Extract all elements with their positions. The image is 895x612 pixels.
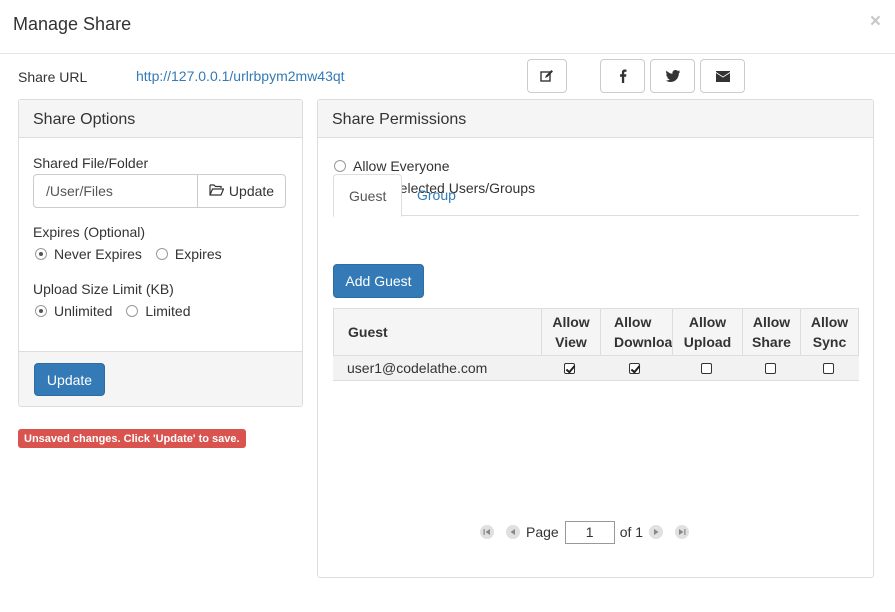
edit-url-button[interactable] <box>527 59 567 93</box>
expires-radio[interactable] <box>155 248 168 260</box>
col-header-download-line1: Allow <box>614 314 652 330</box>
table-header-row: Guest Allow View Allow Download Allow Up… <box>333 308 859 356</box>
tab-guest[interactable]: Guest <box>333 174 403 217</box>
page-label: Page <box>526 524 559 540</box>
allow-upload-cell <box>671 356 741 380</box>
add-guest-button[interactable]: Add Guest <box>333 264 424 298</box>
allow-view-checkbox[interactable] <box>564 362 575 374</box>
next-page-icon <box>654 529 659 535</box>
share-url-label: Share URL <box>18 69 88 85</box>
twitter-share-button[interactable] <box>650 59 695 93</box>
last-page-icon <box>679 529 686 535</box>
email-share-button[interactable] <box>700 59 745 93</box>
col-header-sync-line2: Sync <box>812 334 847 350</box>
share-options-panel: Share Options Shared File/Folder Update … <box>18 99 303 407</box>
share-options-heading: Share Options <box>19 100 302 138</box>
col-header-guest: Guest <box>334 309 541 355</box>
unlimited-radio[interactable] <box>35 305 47 317</box>
col-header-upload: Allow Upload <box>672 309 742 355</box>
col-header-view: Allow View <box>541 309 600 355</box>
col-header-upload-line2: Upload <box>683 334 732 350</box>
shared-path-input[interactable] <box>33 174 197 208</box>
permissions-table: Guest Allow View Allow Download Allow Up… <box>333 308 859 381</box>
shared-file-label: Shared File/Folder <box>33 155 149 171</box>
never-expires-radio[interactable] <box>35 248 47 260</box>
allow-upload-checkbox[interactable] <box>700 362 712 374</box>
col-header-sync: Allow Sync <box>800 309 858 355</box>
col-header-sync-line1: Allow <box>810 314 849 330</box>
share-permissions-panel: Share Permissions Allow Everyone Allow S… <box>317 99 874 578</box>
col-header-download-line2: Download <box>614 334 672 350</box>
col-header-guest-text: Guest <box>348 324 388 340</box>
update-path-button[interactable]: Update <box>197 174 286 208</box>
col-header-share-line2: Share <box>752 334 791 350</box>
edit-icon <box>540 69 554 83</box>
unsaved-changes-badge: Unsaved changes. Click 'Update' to save. <box>18 429 246 448</box>
close-icon[interactable]: × <box>870 11 881 33</box>
expires-label: Expires (Optional) <box>33 224 146 240</box>
last-page-button[interactable] <box>675 525 690 539</box>
update-path-label: Update <box>228 183 275 199</box>
limited-label: Limited <box>145 303 191 319</box>
prev-page-icon <box>510 529 515 535</box>
allow-sync-checkbox[interactable] <box>822 362 834 374</box>
update-button[interactable]: Update <box>34 363 105 396</box>
first-page-icon <box>483 529 490 535</box>
tab-group[interactable]: Group <box>402 174 471 216</box>
col-header-upload-line1: Allow <box>688 314 727 330</box>
allow-sync-cell <box>799 356 857 380</box>
page-number-input[interactable] <box>564 520 615 544</box>
allow-everyone-label: Allow Everyone <box>353 158 450 174</box>
permission-tabs: Guest Group <box>333 174 859 217</box>
col-header-download: Allow Download <box>600 309 672 355</box>
shared-path-group: Update <box>33 174 286 208</box>
upload-limit-label: Upload Size Limit (KB) <box>33 281 174 297</box>
allow-everyone-radio[interactable] <box>334 160 346 172</box>
share-url-link[interactable]: http://127.0.0.1/urlrbpym2mw43qt <box>136 68 345 84</box>
modal-title: Manage Share <box>13 14 132 34</box>
guest-email-cell: user1@codelathe.com <box>347 360 488 376</box>
allow-view-cell <box>540 356 599 380</box>
allow-download-checkbox[interactable] <box>628 362 640 374</box>
first-page-button[interactable] <box>480 525 494 539</box>
unlimited-label: Unlimited <box>54 303 113 319</box>
expires-radio-group: Never Expires Expires <box>35 246 222 262</box>
limited-radio[interactable] <box>126 305 139 317</box>
allow-download-cell <box>599 356 669 380</box>
folder-open-icon <box>209 183 229 199</box>
upload-limit-radio-group: Unlimited Limited <box>35 303 191 319</box>
pagination: Page of 1 <box>480 520 690 544</box>
col-header-share-line1: Allow <box>752 314 791 330</box>
col-header-view-line2: View <box>555 334 587 350</box>
share-options-footer: Update <box>19 351 302 406</box>
col-header-share: Allow Share <box>742 309 800 355</box>
facebook-share-button[interactable] <box>600 59 645 93</box>
email-icon <box>715 70 730 82</box>
next-page-button[interactable] <box>649 525 664 539</box>
share-permissions-heading: Share Permissions <box>318 100 873 138</box>
facebook-icon <box>619 69 627 83</box>
expires-option-label: Expires <box>174 246 222 262</box>
page-total-label: of 1 <box>619 524 644 540</box>
prev-page-button[interactable] <box>506 525 520 539</box>
twitter-icon <box>665 70 680 82</box>
modal-header: Manage Share × <box>0 0 895 54</box>
allow-everyone-option: Allow Everyone <box>334 158 450 174</box>
col-header-view-line1: Allow <box>552 314 590 330</box>
allow-share-checkbox[interactable] <box>764 362 776 374</box>
never-expires-label: Never Expires <box>54 246 142 262</box>
table-row: user1@codelathe.com <box>333 356 859 381</box>
allow-share-cell <box>741 356 799 380</box>
